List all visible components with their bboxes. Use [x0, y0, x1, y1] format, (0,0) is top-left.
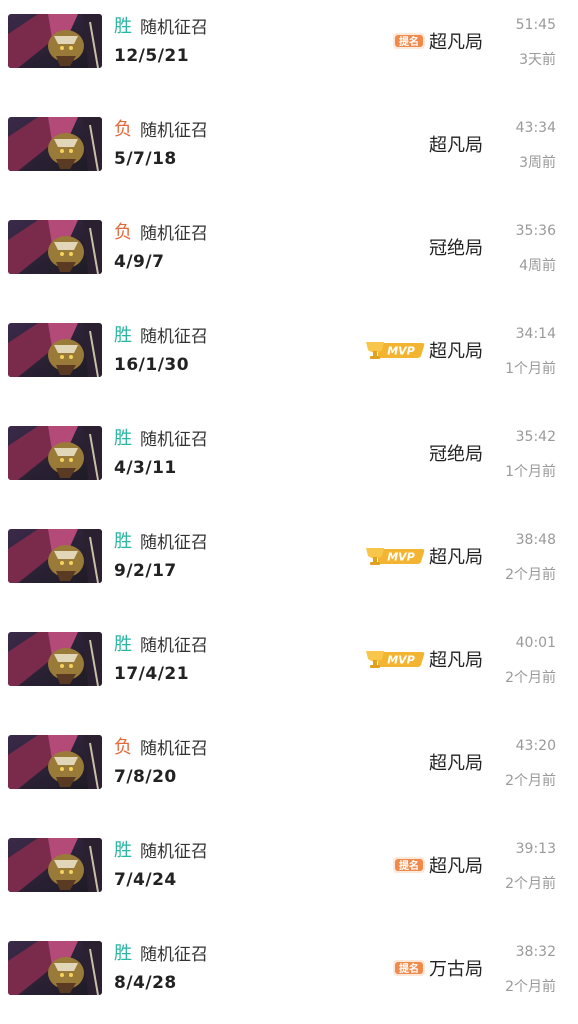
mvp-badge: MVP [364, 545, 426, 567]
kda-score: 4/9/7 [114, 252, 165, 272]
match-tier: 超凡局 [429, 650, 483, 671]
nomination-icon: 提名 [393, 857, 425, 873]
nomination-icon: 提名 [393, 960, 425, 976]
match-result: 胜 [114, 531, 132, 552]
nomination-label: 提名 [399, 35, 419, 48]
match-time-ago: 3天前 [519, 52, 556, 68]
kda-score: 16/1/30 [114, 355, 190, 375]
match-result: 胜 [114, 943, 132, 964]
hero-portrait [8, 838, 102, 892]
mvp-trophy-icon: MVP [366, 342, 425, 359]
match-duration: 51:45 [515, 17, 556, 33]
mvp-label: MVP [387, 654, 415, 667]
match-history-list: 胜 随机征召 12/5/21 提名 超凡局 51:45 3天前 负 随机征召 5… [0, 0, 578, 1024]
hero-portrait [8, 735, 102, 789]
game-mode: 随机征召 [140, 945, 208, 965]
match-row[interactable]: 胜 随机征召 8/4/28 提名 万古局 38:32 2个月前 [0, 927, 578, 1024]
kda-score: 12/5/21 [114, 46, 190, 66]
match-tier: 超凡局 [429, 135, 483, 156]
match-row[interactable]: 胜 随机征召 9/2/17 MVP 超凡局 38:48 2个月前 [0, 515, 578, 618]
mvp-badge: MVP [364, 648, 426, 670]
match-tier: 冠绝局 [429, 238, 483, 259]
match-result: 负 [114, 737, 132, 758]
match-row[interactable]: 胜 随机征召 17/4/21 MVP 超凡局 40:01 2个月前 [0, 618, 578, 721]
nomination-icon: 提名 [393, 33, 425, 49]
hero-portrait [8, 323, 102, 377]
game-mode: 随机征召 [140, 533, 208, 553]
match-duration: 43:34 [515, 120, 556, 136]
match-result: 胜 [114, 325, 132, 346]
match-duration: 43:20 [515, 738, 556, 754]
match-result: 胜 [114, 840, 132, 861]
match-time-ago: 2个月前 [505, 567, 556, 583]
game-mode: 随机征召 [140, 18, 208, 38]
game-mode: 随机征召 [140, 327, 208, 347]
mvp-label: MVP [387, 551, 415, 564]
match-tier: 超凡局 [429, 547, 483, 568]
hero-portrait [8, 632, 102, 686]
match-time-ago: 2个月前 [505, 876, 556, 892]
match-tier: 超凡局 [429, 32, 483, 53]
match-result: 胜 [114, 16, 132, 37]
match-duration: 34:14 [515, 326, 556, 342]
game-mode: 随机征召 [140, 636, 208, 656]
mvp-trophy-icon: MVP [366, 651, 425, 668]
match-row[interactable]: 负 随机征召 4/9/7 冠绝局 35:36 4周前 [0, 206, 578, 309]
match-time-ago: 2个月前 [505, 773, 556, 789]
match-time-ago: 1个月前 [505, 464, 556, 480]
match-row[interactable]: 负 随机征召 5/7/18 超凡局 43:34 3周前 [0, 103, 578, 206]
mvp-trophy-icon: MVP [366, 548, 425, 565]
kda-score: 9/2/17 [114, 561, 177, 581]
match-result: 胜 [114, 634, 132, 655]
match-duration: 38:48 [515, 532, 556, 548]
kda-score: 7/4/24 [114, 870, 177, 890]
match-tier: 冠绝局 [429, 444, 483, 465]
hero-portrait [8, 220, 102, 274]
match-time-ago: 3周前 [519, 155, 556, 171]
nomination-badge: 提名 [392, 854, 426, 876]
kda-score: 5/7/18 [114, 149, 177, 169]
nomination-badge: 提名 [392, 30, 426, 52]
match-result: 负 [114, 119, 132, 140]
game-mode: 随机征召 [140, 842, 208, 862]
nomination-badge: 提名 [392, 957, 426, 979]
match-duration: 35:36 [515, 223, 556, 239]
game-mode: 随机征召 [140, 224, 208, 244]
hero-portrait [8, 426, 102, 480]
hero-portrait [8, 529, 102, 583]
kda-score: 17/4/21 [114, 664, 190, 684]
match-result: 负 [114, 222, 132, 243]
match-time-ago: 2个月前 [505, 979, 556, 995]
match-duration: 40:01 [515, 635, 556, 651]
game-mode: 随机征召 [140, 739, 208, 759]
match-row[interactable]: 胜 随机征召 16/1/30 MVP 超凡局 34:14 1个月前 [0, 309, 578, 412]
mvp-badge: MVP [364, 339, 426, 361]
match-row[interactable]: 负 随机征召 7/8/20 超凡局 43:20 2个月前 [0, 721, 578, 824]
match-tier: 超凡局 [429, 856, 483, 877]
match-time-ago: 1个月前 [505, 361, 556, 377]
kda-score: 7/8/20 [114, 767, 177, 787]
match-result: 胜 [114, 428, 132, 449]
kda-score: 8/4/28 [114, 973, 177, 993]
mvp-label: MVP [387, 345, 415, 358]
match-row[interactable]: 胜 随机征召 12/5/21 提名 超凡局 51:45 3天前 [0, 0, 578, 103]
match-duration: 35:42 [515, 429, 556, 445]
match-time-ago: 4周前 [519, 258, 556, 274]
game-mode: 随机征召 [140, 430, 208, 450]
match-tier: 超凡局 [429, 753, 483, 774]
nomination-label: 提名 [399, 859, 419, 872]
match-row[interactable]: 胜 随机征召 4/3/11 冠绝局 35:42 1个月前 [0, 412, 578, 515]
hero-portrait [8, 117, 102, 171]
match-time-ago: 2个月前 [505, 670, 556, 686]
match-duration: 39:13 [515, 841, 556, 857]
match-tier: 万古局 [429, 959, 483, 980]
kda-score: 4/3/11 [114, 458, 177, 478]
match-row[interactable]: 胜 随机征召 7/4/24 提名 超凡局 39:13 2个月前 [0, 824, 578, 927]
match-duration: 38:32 [515, 944, 556, 960]
hero-portrait [8, 941, 102, 995]
match-tier: 超凡局 [429, 341, 483, 362]
hero-portrait [8, 14, 102, 68]
nomination-label: 提名 [399, 962, 419, 975]
game-mode: 随机征召 [140, 121, 208, 141]
